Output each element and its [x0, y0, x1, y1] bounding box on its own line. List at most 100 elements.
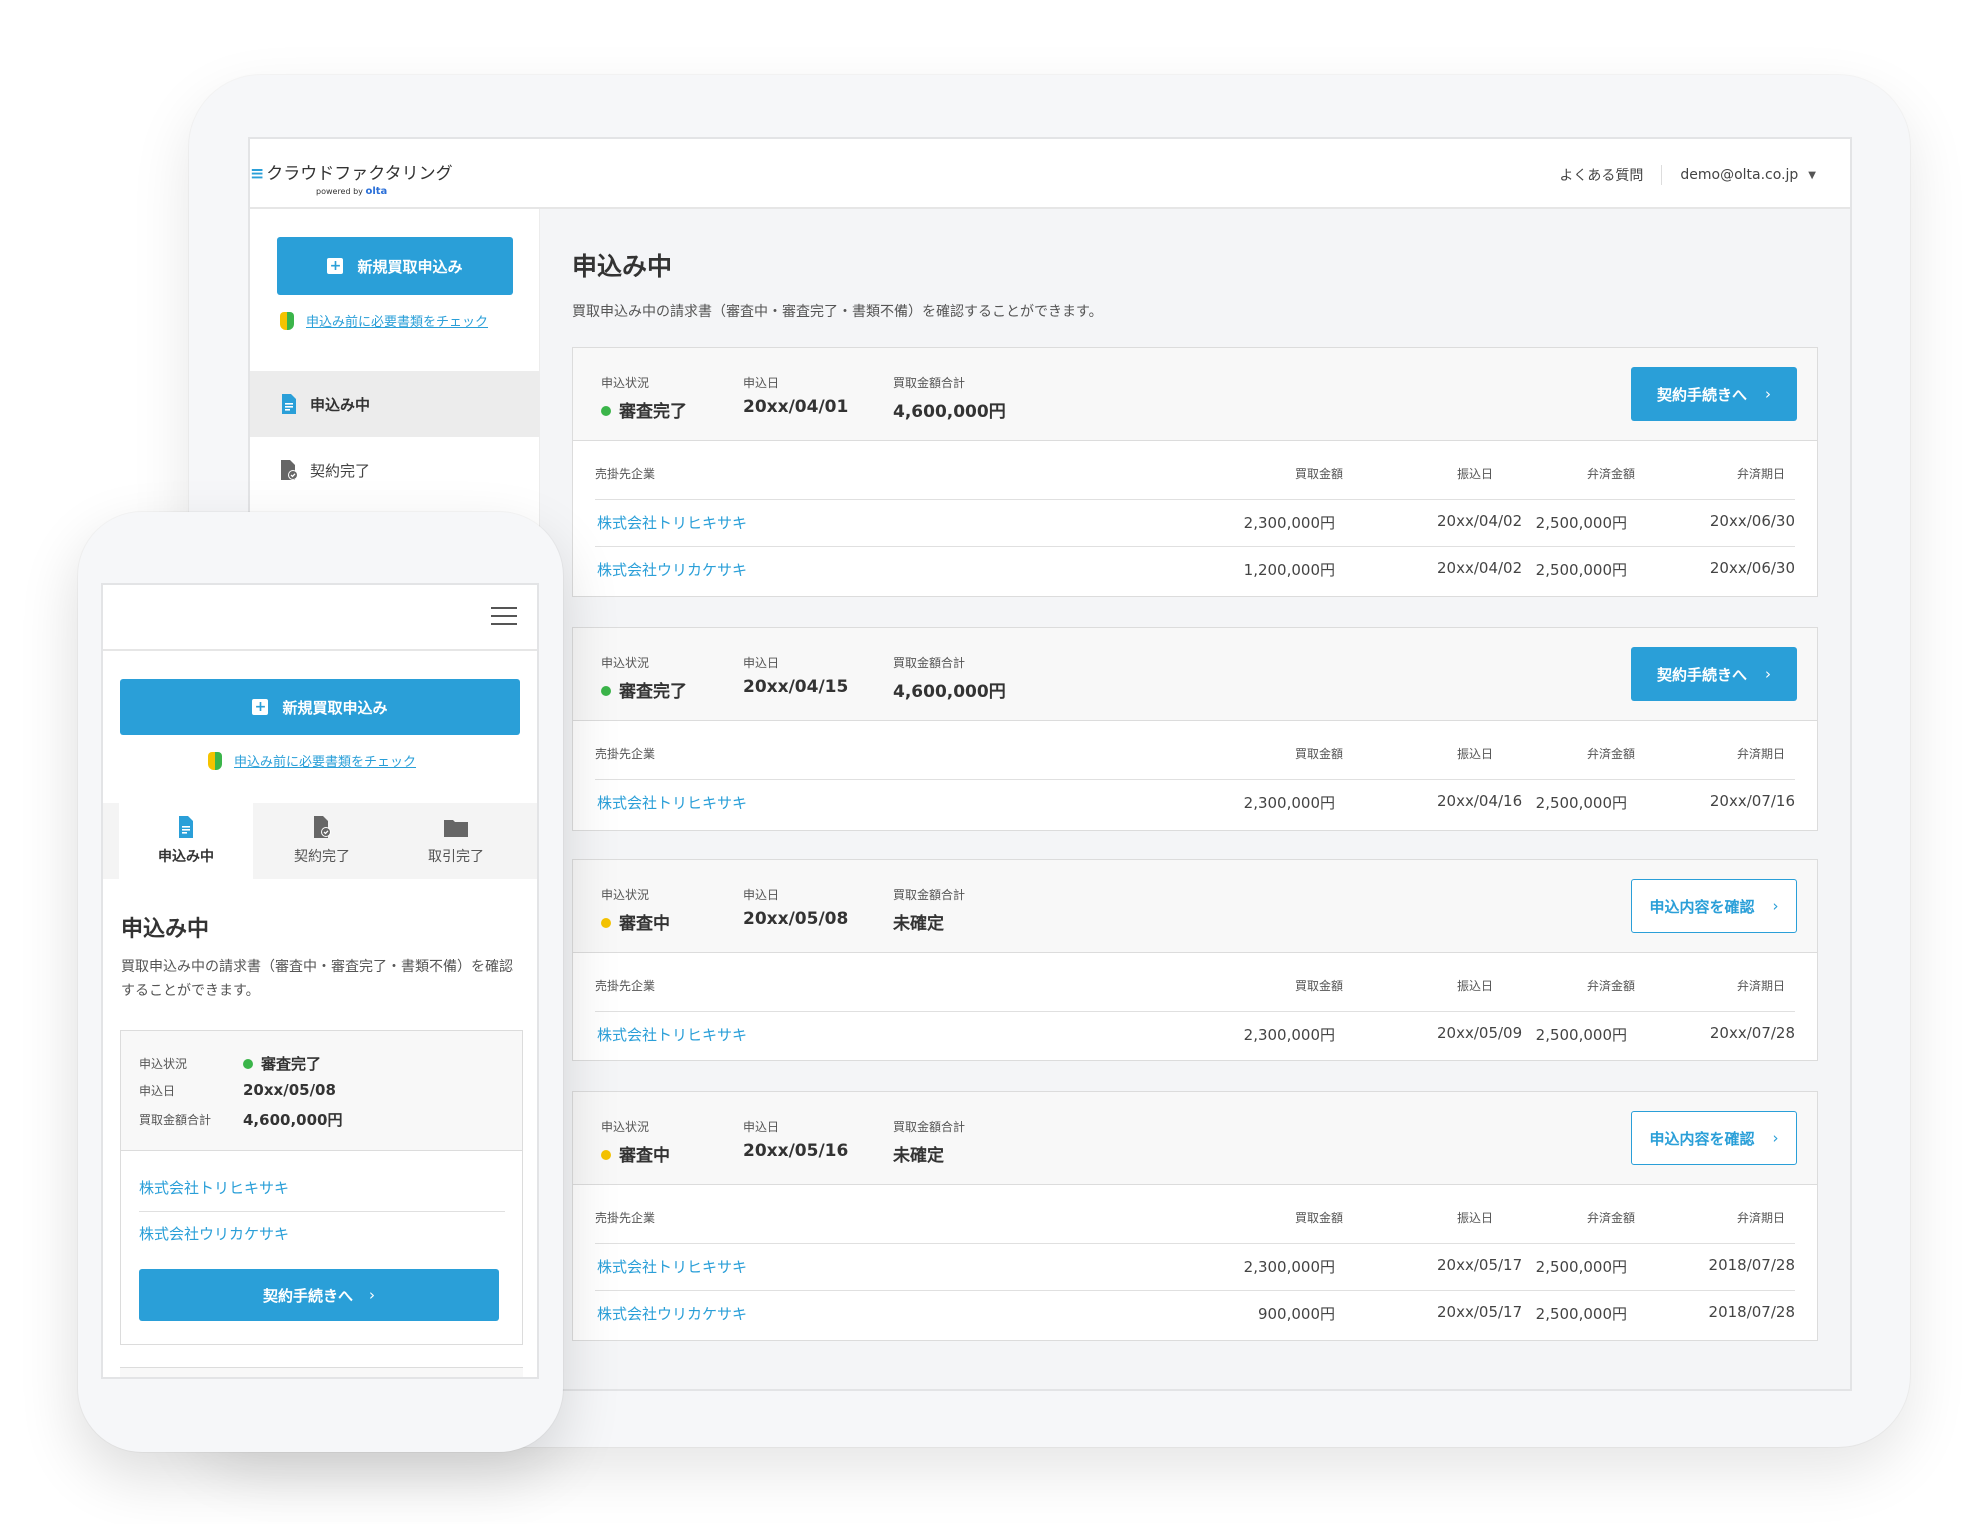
card-header: 申込状況 審査中 申込日 20xx/05/08 買取金額合計 未確定 申込内容を確認 › — [573, 860, 1817, 953]
account-menu[interactable]: demo@olta.co.jp — [1680, 167, 1798, 183]
logo-brand: olta — [365, 186, 388, 197]
invoice-table: 売掛先企業 買取金額 振込日 弁済金額 弁済期日 株式会社トリヒキサキ 2,30… — [573, 1185, 1817, 1337]
col-repay-amount: 弁済金額 — [1587, 1211, 1636, 1225]
company-link[interactable]: 株式会社ウリカケサキ — [597, 1303, 747, 1324]
status-label: 申込状況 — [601, 888, 650, 902]
status-dot-icon — [601, 406, 611, 416]
application-card: 申込状況 審査完了 申込日 20xx/04/01 買取金額合計 4,600,000円 … — [572, 347, 1818, 597]
chevron-right-icon: › — [1772, 897, 1779, 915]
chevron-right-icon: › — [1772, 1129, 1779, 1147]
tab-completed[interactable]: 取引完了 — [389, 803, 523, 879]
status-value: 審査中 — [619, 1146, 670, 1166]
total-value: 4,600,000円 — [893, 402, 1006, 422]
col-company: 売掛先企業 — [595, 747, 656, 761]
table-row: 株式会社トリヒキサキ 2,300,000円 20xx/05/17 2,500,0… — [595, 1243, 1795, 1290]
col-amount: 買取金額 — [1295, 1211, 1344, 1225]
document-icon — [179, 816, 193, 838]
sidebar-item-label: 申込み中 — [310, 395, 371, 414]
sidebar-item-applying[interactable]: 申込み中 — [250, 371, 540, 437]
table-header: 売掛先企業 買取金額 振込日 弁済金額 弁済期日 — [595, 1185, 1795, 1243]
caret-down-icon[interactable]: ▼ — [1808, 170, 1816, 181]
invoice-table: 売掛先企業 買取金額 振込日 弁済金額 弁済期日 株式会社トリヒキサキ 2,30… — [573, 721, 1817, 826]
col-transfer: 振込日 — [1457, 467, 1494, 481]
company-link[interactable]: 株式会社トリヒキサキ — [597, 512, 747, 533]
contract-button-label: 契約手続きへ — [1656, 385, 1747, 404]
repay-amount-cell: 2,500,000円 — [1535, 1026, 1627, 1044]
repay-date-cell: 20xx/07/16 — [1709, 792, 1795, 810]
mobile-check-documents-link[interactable]: 申込み前に必要書類をチェック — [208, 751, 416, 770]
view-application-button[interactable]: 申込内容を確認 › — [1631, 1111, 1797, 1165]
logo-title: クラウドファクタリング — [266, 164, 453, 184]
status-label: 申込状況 — [601, 376, 650, 390]
col-repay-date: 弁済期日 — [1737, 747, 1786, 761]
logo[interactable]: ≡ クラウドファクタリング powered by olta — [250, 159, 453, 197]
logo-powered: powered by — [316, 187, 363, 196]
divider — [139, 1211, 505, 1212]
total-value: 4,600,000円 — [243, 1111, 343, 1129]
col-repay-date: 弁済期日 — [1737, 1211, 1786, 1225]
contract-button-label: 契約手続きへ — [1656, 665, 1747, 684]
company-link[interactable]: 株式会社トリヒキサキ — [597, 792, 747, 813]
invoice-table: 売掛先企業 買取金額 振込日 弁済金額 弁済期日 株式会社トリヒキサキ 2,30… — [573, 953, 1817, 1058]
table-row: 株式会社ウリカケサキ 900,000円 20xx/05/17 2,500,000… — [595, 1290, 1795, 1337]
date-label: 申込日 — [743, 656, 780, 670]
col-repay-amount: 弁済金額 — [1587, 467, 1636, 481]
mobile-top-bar — [103, 585, 537, 651]
amount-cell: 900,000円 — [1257, 1305, 1335, 1323]
repay-amount-cell: 2,500,000円 — [1535, 561, 1627, 579]
mobile-card-header: 申込状況 審査完了 申込日 20xx/05/08 買取金額合計 4,600,000円 — [121, 1031, 522, 1151]
repay-amount-cell: 2,500,000円 — [1535, 514, 1627, 532]
mobile-contract-button[interactable]: 契約手続きへ › — [139, 1269, 499, 1321]
contract-button[interactable]: 契約手続きへ › — [1631, 367, 1797, 421]
mobile-contract-label: 契約手続きへ — [262, 1286, 353, 1305]
transfer-cell: 20xx/05/09 — [1437, 1024, 1523, 1042]
card-header: 申込状況 審査中 申込日 20xx/05/16 買取金額合計 未確定 申込内容を確認 › — [573, 1092, 1817, 1185]
company-link[interactable]: 株式会社ウリカケサキ — [139, 1223, 289, 1244]
tab-applying[interactable]: 申込み中 — [119, 803, 253, 879]
mobile-check-documents-label: 申込み前に必要書類をチェック — [234, 755, 417, 770]
status-label: 申込状況 — [601, 656, 650, 670]
company-link[interactable]: 株式会社トリヒキサキ — [597, 1024, 747, 1045]
table-row: 株式会社トリヒキサキ 2,300,000円 20xx/04/02 2,500,0… — [595, 499, 1795, 546]
amount-cell: 2,300,000円 — [1243, 514, 1335, 532]
company-link[interactable]: 株式会社トリヒキサキ — [597, 1256, 747, 1277]
repay-amount-cell: 2,500,000円 — [1535, 794, 1627, 812]
tab-contracted[interactable]: 契約完了 — [255, 803, 389, 879]
new-application-button[interactable]: + 新規買取申込み — [277, 237, 513, 295]
status-value: 審査完了 — [619, 682, 687, 702]
chevron-right-icon: › — [369, 1286, 375, 1304]
hamburger-menu-icon[interactable] — [491, 607, 517, 627]
invoice-table: 売掛先企業 買取金額 振込日 弁済金額 弁済期日 株式会社トリヒキサキ 2,30… — [573, 441, 1817, 593]
status-value: 審査中 — [619, 914, 670, 934]
view-application-button[interactable]: 申込内容を確認 › — [1631, 879, 1797, 933]
header-nav: よくある質問 demo@olta.co.jp ▼ — [1559, 165, 1816, 185]
company-link[interactable]: 株式会社トリヒキサキ — [139, 1177, 289, 1198]
sidebar-item-label: 契約完了 — [310, 461, 371, 480]
company-link[interactable]: 株式会社ウリカケサキ — [597, 559, 747, 580]
card-header: 申込状況 審査完了 申込日 20xx/04/01 買取金額合計 4,600,000円 … — [573, 348, 1817, 441]
mobile-new-application-button[interactable]: + 新規買取申込み — [120, 679, 520, 735]
mobile-application-card: 申込状況 審査完了 申込日 20xx/05/08 買取金額合計 4,600,000円 … — [120, 1030, 523, 1345]
col-company: 売掛先企業 — [595, 467, 656, 481]
mobile-page-title: 申込み中 — [121, 917, 210, 942]
chevron-right-icon: › — [1765, 385, 1771, 403]
repay-date-cell: 2018/07/28 — [1708, 1303, 1795, 1321]
top-bar: ≡ クラウドファクタリング powered by olta よくある質問 demo… — [250, 139, 1850, 209]
sidebar-item-contracted[interactable]: 契約完了 — [250, 437, 540, 503]
date-value: 20xx/05/08 — [743, 909, 849, 929]
mobile-new-application-label: 新規買取申込み — [282, 698, 388, 717]
status-value: 審査完了 — [261, 1055, 322, 1073]
faq-link[interactable]: よくある質問 — [1559, 165, 1663, 185]
document-check-icon — [314, 816, 331, 838]
col-repay-date: 弁済期日 — [1737, 467, 1786, 481]
transfer-cell: 20xx/05/17 — [1437, 1256, 1523, 1274]
col-transfer: 振込日 — [1457, 747, 1494, 761]
date-label: 申込日 — [139, 1083, 176, 1098]
contract-button[interactable]: 契約手続きへ › — [1631, 647, 1797, 701]
view-application-label: 申込内容を確認 — [1649, 1129, 1755, 1148]
check-documents-link[interactable]: 申込み前に必要書類をチェック — [280, 311, 488, 330]
table-header: 売掛先企業 買取金額 振込日 弁済金額 弁済期日 — [595, 441, 1795, 499]
phone-frame: + 新規買取申込み 申込み前に必要書類をチェック 申込み中 契約完了 取引完了 … — [78, 512, 563, 1452]
status-dot-icon — [601, 918, 611, 928]
col-company: 売掛先企業 — [595, 1211, 656, 1225]
